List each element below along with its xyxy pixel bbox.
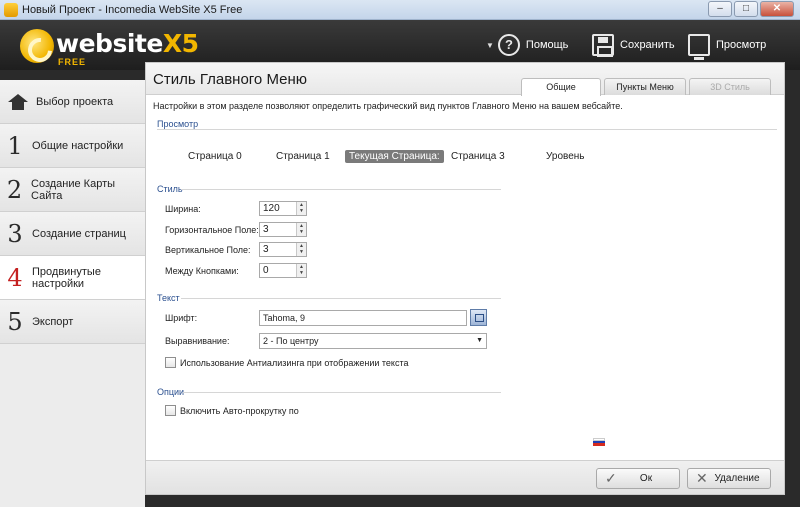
sidebar: Выбор проекта 1 Общие настройки 2 Создан… [0,80,145,507]
maximize-button[interactable]: □ [734,1,758,17]
alignment-label: Выравнивание: [165,336,230,346]
step-number: 3 [7,219,23,248]
delete-label: Удаление [714,473,760,484]
preview-menu-item: Уровень [546,151,585,162]
button-spacing-label: Между Кнопками: [165,266,239,276]
window-controls: – □ ✕ [708,1,794,17]
vertical-padding-label: Вертикальное Поле: [165,245,251,255]
preview-label: Просмотр [716,39,767,51]
button-spacing-value: 0 [263,265,269,276]
sidebar-item-sitemap[interactable]: 2 Создание Карты Сайта [0,168,145,212]
section-description: Настройки в этом разделе позволяют опред… [153,101,623,111]
help-button[interactable]: ▼ ? Помощь [486,34,568,56]
alignment-select[interactable]: 2 - По центру ▼ [259,333,487,349]
divider [181,298,501,299]
sidebar-item-export[interactable]: 5 Экспорт [0,300,145,344]
divider [157,129,777,130]
preview-menu-item: Страница 1 [276,151,330,162]
window-titlebar: Новый Проект - Incomedia WebSite X5 Free… [0,0,800,20]
russian-flag-icon[interactable] [593,438,605,446]
step-number: 5 [7,307,23,336]
vertical-padding-stepper[interactable]: 3 ▲ ▼ [259,242,307,257]
tab-general[interactable]: Общие [521,78,601,96]
spinner-arrows-icon[interactable]: ▲ ▼ [296,223,306,236]
font-field[interactable]: Tahoma, 9 [259,310,467,326]
width-stepper[interactable]: 120 ▲ ▼ [259,201,307,216]
sidebar-item-project-select[interactable]: Выбор проекта [0,80,145,124]
save-button[interactable]: Сохранить [592,34,675,57]
step-number: 1 [7,131,23,160]
help-icon: ? [497,34,520,56]
antialiasing-label: Использование Антиализинга при отображен… [180,358,409,368]
divider [181,189,501,190]
width-label: Ширина: [165,204,201,214]
tab-menu-items[interactable]: Пункты Меню [604,78,686,95]
home-icon [8,93,28,110]
preview-menu-item: Страница 3 [451,151,505,162]
spinner-arrows-icon[interactable]: ▲ ▼ [296,264,306,277]
button-spacing-stepper[interactable]: 0 ▲ ▼ [259,263,307,278]
check-icon: ✓ [605,470,617,486]
app-icon [4,3,18,17]
monitor-icon [688,34,710,60]
close-button[interactable]: ✕ [760,1,794,17]
delete-button[interactable]: ✕ Удаление [687,468,771,489]
style-section-label: Стиль [157,184,183,194]
logo-edition: FREE [58,57,87,67]
preview-section-label: Просмотр [157,119,199,129]
step-number: 4 [7,263,23,292]
sidebar-item-label: Выбор проекта [36,95,114,108]
alignment-value: 2 - По центру [263,336,319,346]
preview-button[interactable]: Просмотр [688,34,767,60]
horizontal-padding-stepper[interactable]: 3 ▲ ▼ [259,222,307,237]
spinner-arrows-icon[interactable]: ▲ ▼ [296,243,306,256]
dropdown-arrow-icon: ▼ [476,337,483,344]
dropdown-arrow-icon: ▼ [486,40,494,50]
font-label: Шрифт: [165,313,198,323]
preview-current-item: Текущая Страница: [345,150,444,163]
logo-wordmark: websiteX5 [56,29,199,58]
vertical-padding-value: 3 [263,244,269,255]
spinner-arrows-icon[interactable]: ▲ ▼ [296,202,306,215]
window-title: Новый Проект - Incomedia WebSite X5 Free [22,4,243,16]
save-icon [592,34,614,57]
options-section-label: Опции [157,387,185,397]
sidebar-item-label: Экспорт [32,315,74,328]
step-number: 2 [6,175,23,204]
horizontal-padding-value: 3 [263,224,269,235]
website-x5-logo: websiteX5 FREE [20,27,200,67]
ok-label: Ок [639,473,653,484]
font-picker-icon[interactable] [470,309,487,326]
sidebar-item-label: Создание Карты Сайта [31,177,116,202]
sidebar-item-general-settings[interactable]: 1 Общие настройки [0,124,145,168]
text-section-label: Текст [157,293,180,303]
horizontal-padding-label: Горизонтальное Поле: [165,225,259,235]
preview-menu-item: Страница 0 [188,151,242,162]
panel-footer: ✓ Ок ✕ Удаление [146,460,784,494]
autoscroll-checkbox[interactable] [165,405,176,416]
minimize-button[interactable]: – [708,1,732,17]
divider [183,392,501,393]
sidebar-item-label: Продвинутые настройки [32,265,101,290]
panel-header: Стиль Главного Меню Общие Пункты Меню 3D… [146,63,784,96]
save-label: Сохранить [620,39,675,51]
sidebar-item-advanced-settings[interactable]: 4 Продвинутые настройки [0,256,145,300]
page-title: Стиль Главного Меню [153,71,307,88]
sidebar-item-label: Создание страниц [32,227,126,240]
help-label: Помощь [525,39,569,51]
sidebar-item-label: Общие настройки [32,139,124,152]
cross-icon: ✕ [696,470,708,486]
tab-3d-style[interactable]: 3D Стиль [689,78,771,95]
sidebar-item-pages[interactable]: 3 Создание страниц [0,212,145,256]
autoscroll-label: Включить Авто-прокрутку по [180,406,299,416]
antialiasing-checkbox[interactable] [165,357,176,368]
main-panel: Стиль Главного Меню Общие Пункты Меню 3D… [145,62,785,495]
width-value: 120 [263,203,280,214]
ok-button[interactable]: ✓ Ок [596,468,680,489]
logo-badge-icon [20,29,54,63]
